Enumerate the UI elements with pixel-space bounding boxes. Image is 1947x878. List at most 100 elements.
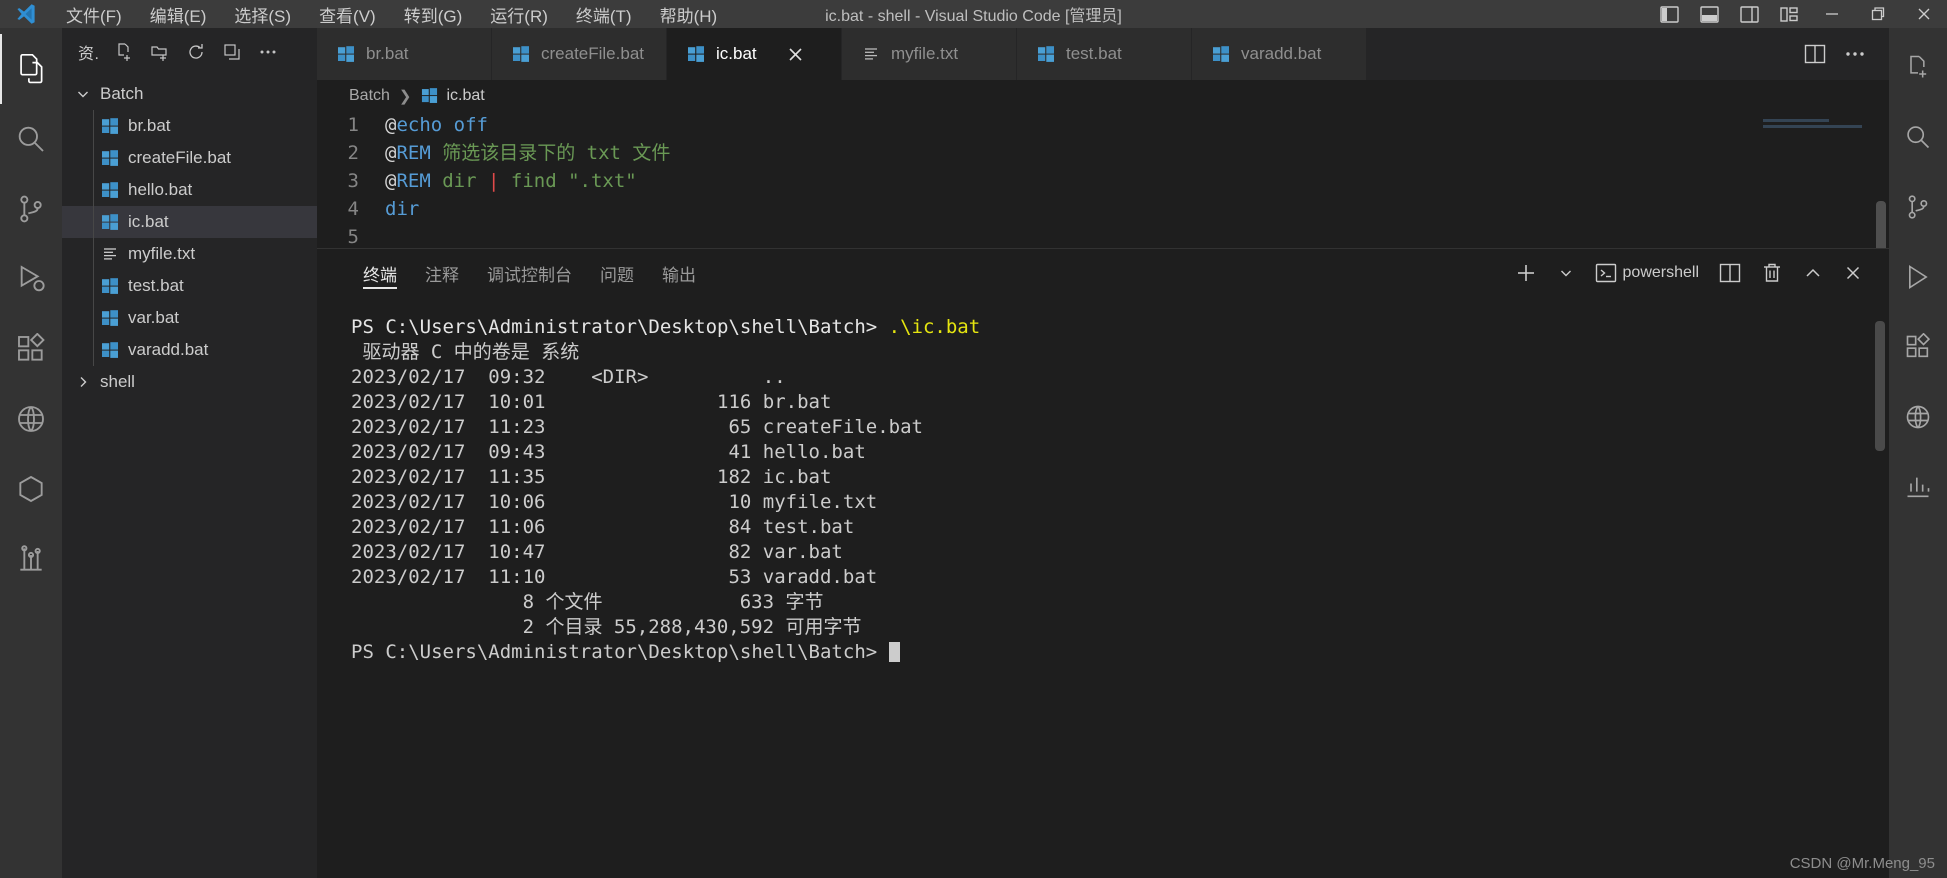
code-token: @ (385, 142, 397, 165)
code-text: @REM 筛选该目录下的 txt 文件 (385, 139, 670, 167)
batch-file-icon (100, 116, 120, 136)
menu-run[interactable]: 运行(R) (476, 0, 562, 29)
activity-item-remote[interactable] (0, 384, 62, 454)
panel-tab-debug-console[interactable]: 调试控制台 (473, 249, 586, 297)
tab-close-icon[interactable] (786, 45, 805, 64)
activity-item-docker[interactable] (0, 454, 62, 524)
tree-folder-shell[interactable]: shell (62, 366, 317, 398)
activity-item-explorer[interactable] (0, 34, 62, 104)
terminal-cursor (888, 642, 900, 662)
menu-go[interactable]: 转到(G) (390, 0, 477, 29)
panel-tab-terminal[interactable]: 终端 (349, 249, 411, 297)
tree-item-label: varadd.bat (128, 340, 209, 359)
refresh-icon[interactable] (185, 41, 207, 63)
tab-varadd-bat[interactable]: varadd.bat (1192, 28, 1367, 80)
tree-item-var-bat[interactable]: var.bat (62, 302, 317, 334)
menu-terminal[interactable]: 终端(T) (562, 0, 646, 29)
tab-label: varadd.bat (1241, 44, 1322, 63)
panel-tab-comments[interactable]: 注释 (411, 249, 473, 297)
editor-minimap[interactable] (1763, 119, 1873, 141)
tree-item-myfile-txt[interactable]: myfile.txt (62, 238, 317, 270)
tree-item-createfile-bat[interactable]: createFile.bat (62, 142, 317, 174)
tab-br-bat[interactable]: br.bat (317, 28, 492, 80)
tree-item-hello-bat[interactable]: hello.bat (62, 174, 317, 206)
tree-item-test-bat[interactable]: test.bat (62, 270, 317, 302)
tab-label: ic.bat (716, 44, 757, 63)
bottom-panel: 终端 注释 调试控制台 问题 输出 powershell PS C:\Users… (317, 248, 1889, 878)
activity-item-run-and-debug[interactable] (0, 244, 62, 314)
activity-item-search[interactable] (0, 104, 62, 174)
more-actions-icon[interactable] (1837, 36, 1873, 72)
activity-item-extensions[interactable] (0, 314, 62, 384)
split-editor-icon[interactable] (1797, 36, 1833, 72)
terminal-output[interactable]: PS C:\Users\Administrator\Desktop\shell\… (317, 297, 1889, 878)
run-icon (1904, 263, 1932, 291)
right-item-remote[interactable] (1889, 386, 1947, 448)
new-folder-icon[interactable] (149, 41, 171, 63)
tree-item-br-bat[interactable]: br.bat (62, 110, 317, 142)
terminal-line: 2023/02/17 11:06 84 test.bat (351, 516, 855, 538)
terminal-line: 2023/02/17 11:23 65 createFile.bat (351, 416, 923, 438)
terminal-line: 2023/02/17 09:43 41 hello.bat (351, 441, 866, 463)
more-actions-icon[interactable] (257, 41, 279, 63)
split-terminal-icon[interactable] (1711, 255, 1749, 291)
customize-layout-icon[interactable] (1769, 0, 1809, 28)
right-item-search[interactable] (1889, 106, 1947, 168)
batch-file-icon (100, 212, 120, 232)
tree-folder-batch[interactable]: Batch (62, 78, 317, 110)
docker-icon (15, 473, 47, 505)
kill-terminal-icon[interactable] (1753, 255, 1791, 291)
activity-item-testing[interactable] (0, 524, 62, 594)
tree-item-varadd-bat[interactable]: varadd.bat (62, 334, 317, 366)
terminal-line: 2023/02/17 10:06 10 myfile.txt (351, 491, 878, 513)
collapse-all-icon[interactable] (221, 41, 243, 63)
tab-ic-bat[interactable]: ic.bat (667, 28, 842, 80)
minimize-button[interactable] (1809, 0, 1855, 28)
terminal-command: .\ic.bat (877, 316, 981, 338)
menu-selection[interactable]: 选择(S) (220, 0, 305, 29)
vscode-window: 文件(F) 编辑(E) 选择(S) 查看(V) 转到(G) 运行(R) 终端(T… (0, 0, 1947, 878)
panel-tab-output[interactable]: 输出 (648, 249, 710, 297)
menu-view[interactable]: 查看(V) (305, 0, 390, 29)
maximize-button[interactable] (1855, 0, 1901, 28)
breadcrumb-file[interactable]: ic.bat (447, 87, 485, 105)
tab-createfile-bat[interactable]: createFile.bat (492, 28, 667, 80)
new-terminal-dropdown-icon[interactable] (1549, 255, 1583, 291)
close-panel-icon[interactable] (1835, 255, 1871, 291)
toggle-secondary-sidebar-icon[interactable] (1729, 0, 1769, 28)
menu-file[interactable]: 文件(F) (52, 0, 136, 29)
menu-bar: 文件(F) 编辑(E) 选择(S) 查看(V) 转到(G) 运行(R) 终端(T… (52, 0, 731, 29)
toggle-primary-sidebar-icon[interactable] (1649, 0, 1689, 28)
terminal-line: PS C:\Users\Administrator\Desktop\shell\… (351, 640, 1889, 665)
panel-tab-problems[interactable]: 问题 (586, 249, 648, 297)
tree-folder-label: shell (100, 372, 135, 391)
breadcrumb-folder[interactable]: Batch (349, 87, 390, 105)
terminal-scrollbar[interactable] (1875, 321, 1885, 451)
code-editor[interactable]: 1 @echo off 2 @REM 筛选该目录下的 txt 文件 3 @REM… (317, 111, 1889, 248)
tree-item-label: myfile.txt (128, 244, 196, 263)
right-item-source-control[interactable] (1889, 176, 1947, 238)
new-terminal-button[interactable] (1507, 255, 1545, 291)
tree-item-ic-bat[interactable]: ic.bat (62, 206, 317, 238)
right-item-new-file[interactable] (1889, 36, 1947, 98)
right-item-graph[interactable] (1889, 456, 1947, 518)
code-text: @echo off (385, 111, 488, 139)
right-item-extensions[interactable] (1889, 316, 1947, 378)
editor-group: br.bat createFile.bat ic.bat myfile.txt … (317, 28, 1889, 878)
right-item-run[interactable] (1889, 246, 1947, 308)
tree-item-label: ic.bat (128, 212, 169, 231)
editor-scrollbar[interactable] (1876, 201, 1886, 248)
menu-help[interactable]: 帮助(H) (646, 0, 732, 29)
tree-item-label: var.bat (128, 308, 180, 327)
maximize-panel-icon[interactable] (1795, 255, 1831, 291)
tab-test-bat[interactable]: test.bat (1017, 28, 1192, 80)
code-token: REM (396, 170, 431, 193)
tab-myfile-txt[interactable]: myfile.txt (842, 28, 1017, 80)
activity-item-source-control[interactable] (0, 174, 62, 244)
terminal-shell-selector[interactable]: powershell (1587, 255, 1707, 291)
menu-edit[interactable]: 编辑(E) (136, 0, 221, 29)
close-button[interactable] (1901, 0, 1947, 28)
toggle-panel-icon[interactable] (1689, 0, 1729, 28)
terminal-line: 驱动器 C 中的卷是 系统 (351, 341, 580, 363)
new-file-icon[interactable] (113, 41, 135, 63)
